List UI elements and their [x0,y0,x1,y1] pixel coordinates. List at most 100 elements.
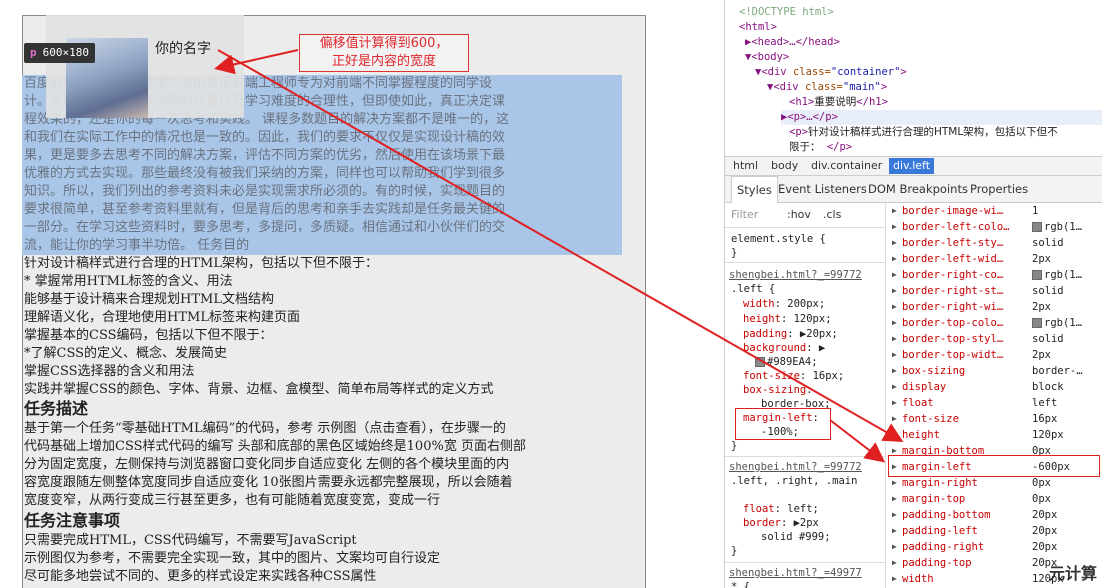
task-line: 代码基础上增加CSS样式代码的编写 头部和底部的黑色区域始终是100%宽 页面右… [24,439,526,454]
filter-input[interactable]: Filter [731,208,758,221]
color-swatch [1032,270,1042,280]
tag-label: p [30,46,37,59]
css-declaration[interactable]: padding: ▶20px; [743,327,838,341]
heading-notes: 任务注意事项 [24,511,121,530]
p-open: <p> [789,126,808,138]
css-declaration[interactable]: font-size: 16px; [743,369,844,383]
profile-name: 你的名字 [155,41,211,57]
computed-row[interactable]: ▶ box-sizing border-… [886,363,1102,379]
head-tag: <head>…</head> [751,36,840,48]
computed-row[interactable]: ▶ height 120px [886,427,1102,443]
color-swatch[interactable] [755,357,765,367]
dom-node[interactable]: ▼<div class="main"> [767,80,887,95]
rule-source-link[interactable]: shengbei.html?_=99772 [729,460,862,474]
css-declaration[interactable]: width: 200px; [743,297,825,311]
computed-pane: ▶ border-image-wi… 1 ▶ border-left-colo… rgb… [885,203,1102,588]
computed-row[interactable]: ▶ border-right-st… solid [886,283,1102,299]
rule-source-link[interactable]: shengbei.html?_=99772 [729,268,862,282]
css-declaration[interactable]: height: 120px; [743,312,832,326]
computed-row[interactable]: ▶ border-top-styl… solid [886,331,1102,347]
size-label: 600×180 [42,46,89,59]
computed-row[interactable]: ▶ padding-bottom 20px [886,507,1102,523]
rule-close: } [731,545,738,557]
css-declaration[interactable]: box-sizing: [743,383,813,397]
tab-dom-breakpoints[interactable]: DOM Breakpoints [863,176,973,202]
dom-node[interactable]: <!DOCTYPE html> [739,5,834,20]
container-val: "container" [830,66,901,78]
highlight-line: 流，能让你的学习事半功倍。 任务目的 [24,238,250,253]
computed-row[interactable]: ▶ border-top-colo… rgb(1… [886,315,1102,331]
dom-node[interactable]: ▼<body> [745,50,789,65]
crumb-left[interactable]: div.left [889,158,935,174]
dom-node[interactable]: <html> [739,20,777,35]
crumb-container[interactable]: div.container [807,158,886,174]
dom-node[interactable]: <p>针对设计稿样式进行合理的HTML架构，包括以下但不 [789,125,1058,140]
tab-event-listeners[interactable]: Event Listeners [773,176,872,202]
task-line: 分为固定宽度，左侧保持与浏览器窗口变化同步自适应变化 左侧的各个模块里面的内 [24,457,510,472]
h1-text: 重要说明 [814,96,857,108]
dom-tree: <!DOCTYPE html> <html> ▶<head>…</head> ▼… [725,0,1102,156]
dom-node[interactable]: ▶<p>…</p> [781,110,1102,125]
computed-row[interactable]: ▶ border-image-wi… 1 [886,203,1102,219]
dom-node[interactable]: <h1>重要说明</h1> [789,95,888,110]
note-line: 尽可能多地尝试不同的、更多的样式设定来实践各种CSS属性 [24,569,377,584]
rule-selector[interactable]: .left { [731,282,775,296]
computed-row[interactable]: ▶ padding-left 20px [886,523,1102,539]
computed-row[interactable]: ▶ border-left-sty… solid [886,235,1102,251]
body-line: 掌握CSS选择器的含义和用法 [24,364,195,379]
body-line: 理解语义化，合理地使用HTML标签来构建页面 [24,310,300,325]
annotation-callout: 偏移值计算得到600， 正好是内容的宽度 [299,34,469,72]
computed-row[interactable]: ▶ border-left-wid… 2px [886,251,1102,267]
css-declaration[interactable]: border: ▶2px [743,516,819,530]
crumb-body[interactable]: body [767,158,802,174]
tab-styles[interactable]: Styles [731,176,778,203]
divider [725,262,885,263]
main-end: > [880,81,888,93]
highlight-line: 一部分。在学习这些资料时，要多思考，多提问，多质疑。相信通过和小伙伴们的交 [24,220,506,235]
computed-row[interactable]: ▶ border-top-widt… 2px [886,347,1102,363]
computed-row[interactable]: ▶ display block [886,379,1102,395]
element-style-close: } [731,247,738,259]
h1-close: </h1> [856,96,888,108]
css-declaration[interactable]: float: left; [743,502,819,516]
dom-node[interactable]: ▶<head>…</head> [745,35,840,50]
crumb-html[interactable]: html [729,158,762,174]
computed-row[interactable]: ▶ border-right-wi… 2px [886,299,1102,315]
rule-selector[interactable]: * { [731,580,750,588]
highlight-line: 和我们在实际工作中的情况也是一致的。因此，我们的要求不仅仅是实现设计稿的效 [24,130,506,145]
container-end: > [900,66,907,78]
computed-row[interactable]: ▶ margin-top 0px [886,491,1102,507]
highlight-line: 优雅的方式去实现。那些最终没有被我们采纳的方案，同样也可以帮助我们学到很多 [24,166,506,181]
dom-node[interactable]: ▼<div class="container"> [755,65,907,80]
body-line: *了解CSS的定义、概念、发展简史 [24,346,228,361]
divider [725,456,885,457]
p-close: </p> [826,141,853,153]
computed-row[interactable]: ▶ padding-right 20px [886,539,1102,555]
dom-node: 限于： </p> [789,140,852,155]
computed-row[interactable]: ▶ border-right-co… rgb(1… [886,267,1102,283]
cls-button[interactable]: .cls [823,208,841,221]
color-swatch [1032,222,1042,232]
container-tag: <div [761,66,793,78]
css-declaration[interactable]: background: ▶ [743,341,825,355]
note-line: 只需要完成HTML，CSS代码编写，不需要写JavaScript [24,533,357,548]
p-text-cont: 限于： [789,141,821,153]
hov-button[interactable]: :hov [787,208,811,221]
computed-row[interactable]: ▶ margin-right 0px [886,475,1102,491]
breadcrumb: html body div.container div.left [725,156,1102,176]
rule-selector[interactable]: .left, .right, .main [731,474,857,488]
element-style-selector[interactable]: element.style { [731,232,826,246]
main-val: "main" [842,81,881,93]
note-line: 示例图仅为参考，不需要完全实现一致，其中的图片、文案均可自行设定 [24,551,441,566]
callout-line: 偏移值计算得到600， [319,36,449,51]
computed-row[interactable]: ▶ border-left-colo… rgb(1… [886,219,1102,235]
devtools-panel: <!DOCTYPE html> <html> ▶<head>…</head> ▼… [724,0,1102,588]
highlight-line: 果，更是要多去思考不同的解决方案，评估不同方案的优劣，然后使用在该场景下最 [24,148,506,163]
rule-source-link[interactable]: shengbei.html?_=49977 [729,566,862,580]
element-size-tooltip: p 600×180 [24,43,95,63]
computed-row[interactable]: ▶ float left [886,395,1102,411]
body-line: 能够基于设计稿来合理规划HTML文档结构 [24,292,274,307]
doctype-text: <!DOCTYPE html> [739,6,834,18]
tab-properties[interactable]: Properties [965,176,1033,202]
computed-row[interactable]: ▶ font-size 16px [886,411,1102,427]
